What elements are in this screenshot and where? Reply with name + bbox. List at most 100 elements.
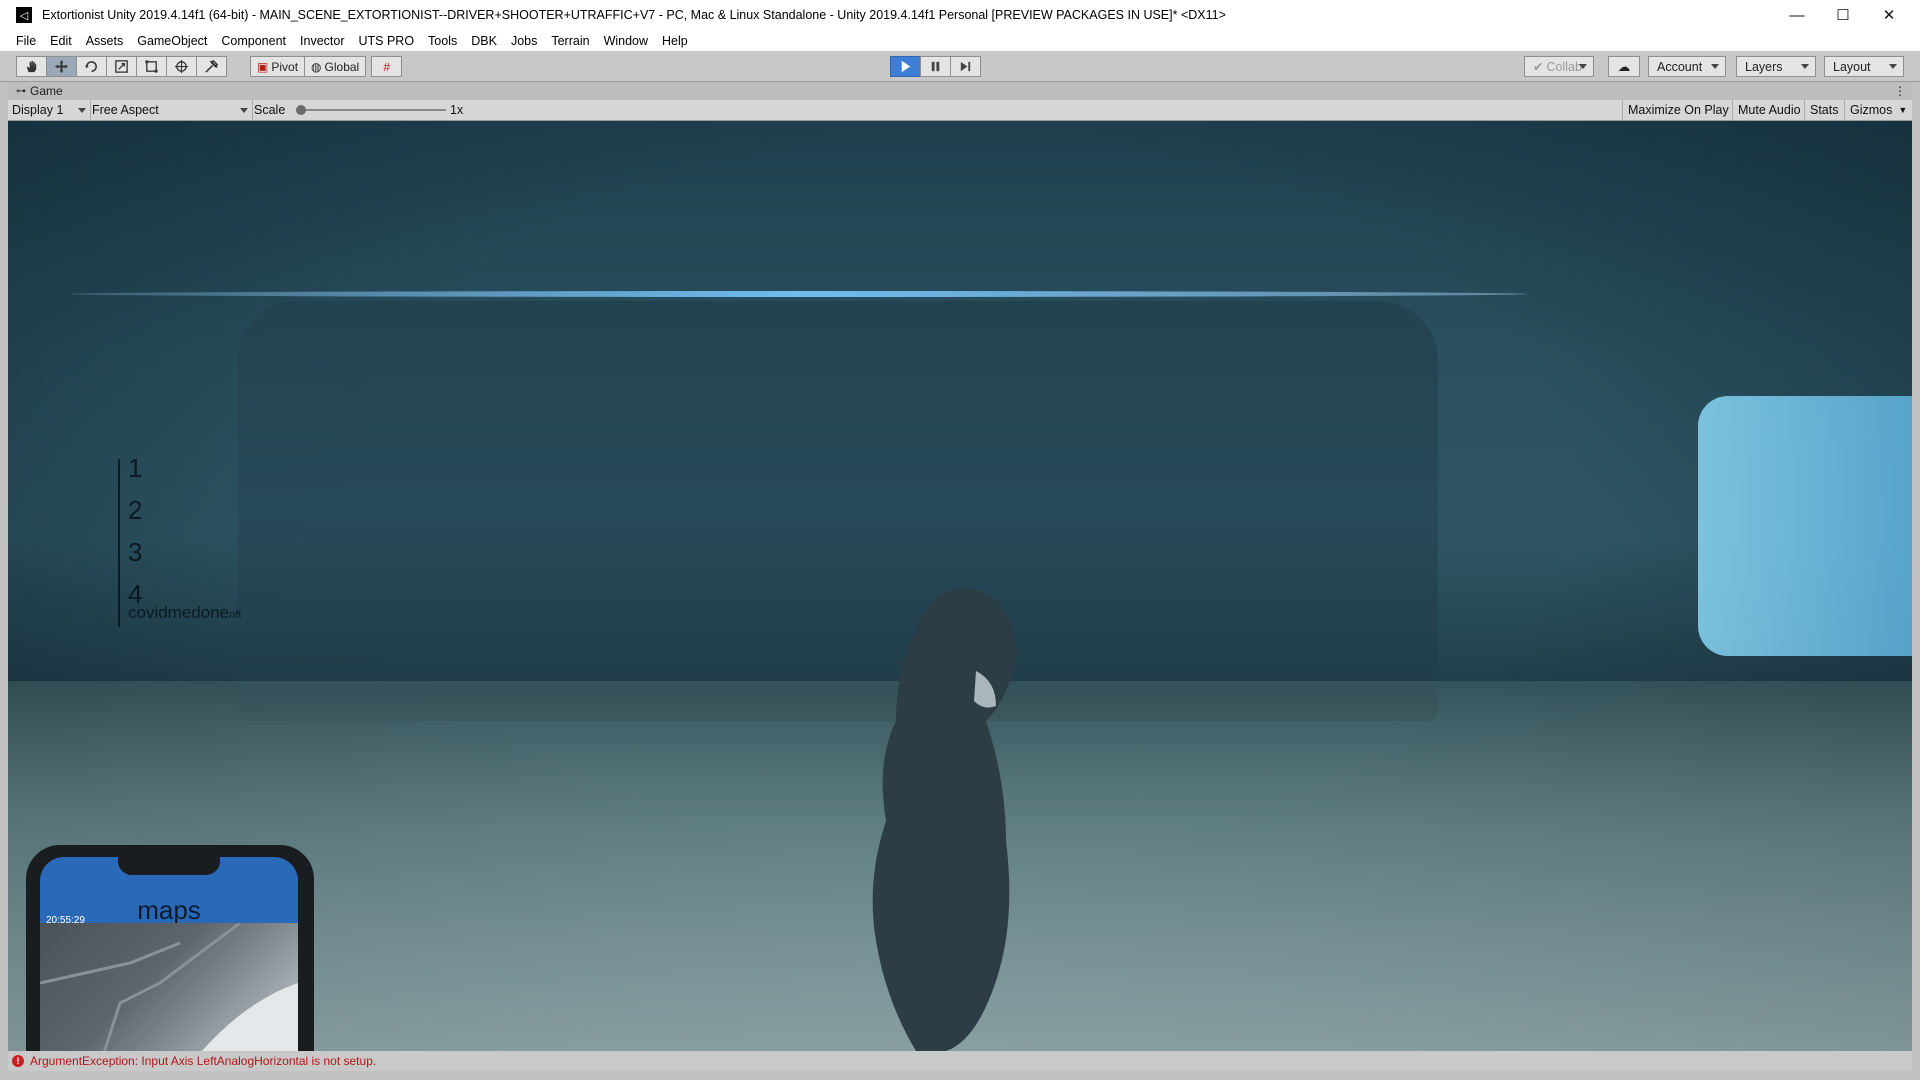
pause-icon <box>931 61 940 72</box>
chevron-down-icon <box>1889 64 1897 69</box>
menu-component[interactable]: Component <box>214 34 293 48</box>
move-tool-button[interactable] <box>46 56 77 77</box>
stats-toggle[interactable]: Stats <box>1804 100 1844 120</box>
grid-snap-icon: # <box>383 59 391 74</box>
rotate-icon <box>84 61 97 72</box>
transform-icon <box>174 59 189 74</box>
chevron-down-icon <box>78 108 86 113</box>
aspect-label: Free Aspect <box>92 103 159 117</box>
cloud-button[interactable]: ☁ <box>1608 56 1640 77</box>
game-viewport[interactable]: 1 2 3 4 covidmedonenft maps 20:55:29 <box>8 121 1912 1051</box>
scale-value: 1x <box>450 103 464 117</box>
menu-help[interactable]: Help <box>655 34 695 48</box>
menu-tools[interactable]: Tools <box>421 34 464 48</box>
play-button[interactable] <box>890 56 921 77</box>
aspect-dropdown[interactable]: Free Aspect <box>88 100 253 120</box>
scene-wall <box>238 301 1438 721</box>
minimize-button[interactable]: — <box>1774 0 1820 30</box>
scale-tool-button[interactable] <box>106 56 137 77</box>
console-message: ArgumentException: Input Axis LeftAnalog… <box>30 1054 377 1068</box>
scale-label: Scale <box>254 103 286 117</box>
unity-editor-window: ◁ Extortionist Unity 2019.4.14f1 (64-bit… <box>0 0 1920 1080</box>
scale-icon <box>115 60 128 73</box>
menu-window[interactable]: Window <box>597 34 655 48</box>
layout-dropdown[interactable]: Layout <box>1824 56 1904 77</box>
mute-audio-toggle[interactable]: Mute Audio <box>1732 100 1806 120</box>
play-icon <box>901 60 911 73</box>
menu-dbk[interactable]: DBK <box>464 34 504 48</box>
cloud-icon: ☁ <box>1617 60 1631 74</box>
unity-logo-icon: ◁ <box>16 7 32 23</box>
menu-bar: File Edit Assets GameObject Component In… <box>0 30 1920 51</box>
maximize-on-play-toggle[interactable]: Maximize On Play <box>1622 100 1734 120</box>
layers-label: Layers <box>1745 59 1783 74</box>
rotate-tool-button[interactable] <box>76 56 107 77</box>
transform-tool-button[interactable] <box>166 56 197 77</box>
pivot-label: Pivot <box>271 59 299 74</box>
pivot-group: ▣ Pivot ◍ Global # <box>250 56 403 77</box>
gamepad-icon: ⊶ <box>16 85 26 97</box>
phone-screen: maps 20:55:29 <box>40 857 298 1051</box>
hand-tool-button[interactable] <box>16 56 47 77</box>
phone-notch <box>118 857 220 875</box>
layout-label: Layout <box>1833 59 1871 74</box>
chevron-down-icon <box>1711 64 1719 69</box>
tools-icon <box>205 59 219 73</box>
collab-dropdown[interactable]: ✔ Collab <box>1524 56 1594 77</box>
menu-invector[interactable]: Invector <box>293 34 351 48</box>
chevron-down-icon: ▼ <box>1898 105 1908 115</box>
global-label: Global <box>324 59 360 74</box>
transform-tools <box>16 56 227 77</box>
hud-number-2: 2 <box>128 495 143 525</box>
map-roads-graphic <box>40 921 298 1051</box>
maximize-button[interactable]: ☐ <box>1820 0 1866 30</box>
hud-divider <box>118 459 120 627</box>
hand-icon <box>26 60 37 73</box>
hud-brand-suffix: nft <box>229 609 242 621</box>
step-button[interactable] <box>950 56 981 77</box>
tab-menu-icon[interactable]: ⋮ <box>1894 84 1906 98</box>
display-label: Display 1 <box>12 103 64 117</box>
custom-tool-button[interactable] <box>196 56 227 77</box>
menu-jobs[interactable]: Jobs <box>504 34 544 48</box>
scene-vehicle <box>1698 396 1912 656</box>
window-title: Extortionist Unity 2019.4.14f1 (64-bit) … <box>42 8 1226 22</box>
collab-label: Collab <box>1546 59 1582 74</box>
collab-check-icon: ✔ <box>1533 60 1544 74</box>
grid-snap-button[interactable]: # <box>371 56 403 77</box>
pivot-toggle[interactable]: ▣ Pivot <box>250 56 306 77</box>
playmode-controls <box>890 56 981 77</box>
scale-slider-thumb[interactable] <box>296 105 306 115</box>
rect-transform-icon <box>145 60 158 73</box>
phone-app-header: maps 20:55:29 <box>40 857 298 926</box>
account-dropdown[interactable]: Account <box>1648 56 1726 77</box>
menu-assets[interactable]: Assets <box>79 34 131 48</box>
hud-brand-name: covidmedone <box>128 603 230 622</box>
game-tab-bar: ⊶ Game ⋮ <box>8 82 1912 100</box>
phone-hud: maps 20:55:29 <box>26 845 314 1051</box>
close-button[interactable]: ✕ <box>1866 0 1912 30</box>
pivot-icon: ▣ <box>257 59 269 74</box>
menu-file[interactable]: File <box>0 34 43 48</box>
move-icon <box>54 59 69 74</box>
chevron-down-icon <box>1801 64 1809 69</box>
gizmos-dropdown[interactable]: Gizmos ▼ <box>1844 100 1915 120</box>
layers-dropdown[interactable]: Layers <box>1736 56 1816 77</box>
menu-edit[interactable]: Edit <box>43 34 79 48</box>
window-bottom-edge <box>0 1071 1920 1080</box>
scale-slider-track <box>296 109 446 111</box>
menu-terrain[interactable]: Terrain <box>544 34 596 48</box>
console-status-bar[interactable]: ! ArgumentException: Input Axis LeftAnal… <box>8 1051 1912 1071</box>
chevron-down-icon <box>1579 64 1587 69</box>
display-dropdown[interactable]: Display 1 <box>8 100 91 120</box>
pause-button[interactable] <box>920 56 951 77</box>
menu-gameobject[interactable]: GameObject <box>130 34 214 48</box>
global-toggle[interactable]: ◍ Global <box>304 56 367 77</box>
hud-number-1: 1 <box>128 453 143 483</box>
tab-game[interactable]: ⊶ Game <box>8 82 63 100</box>
menu-uts-pro[interactable]: UTS PRO <box>351 34 421 48</box>
game-view-controls: Display 1 Free Aspect Scale 1x Maximize … <box>8 100 1912 121</box>
scale-slider[interactable] <box>296 100 446 120</box>
step-icon <box>960 61 971 72</box>
rect-tool-button[interactable] <box>136 56 167 77</box>
